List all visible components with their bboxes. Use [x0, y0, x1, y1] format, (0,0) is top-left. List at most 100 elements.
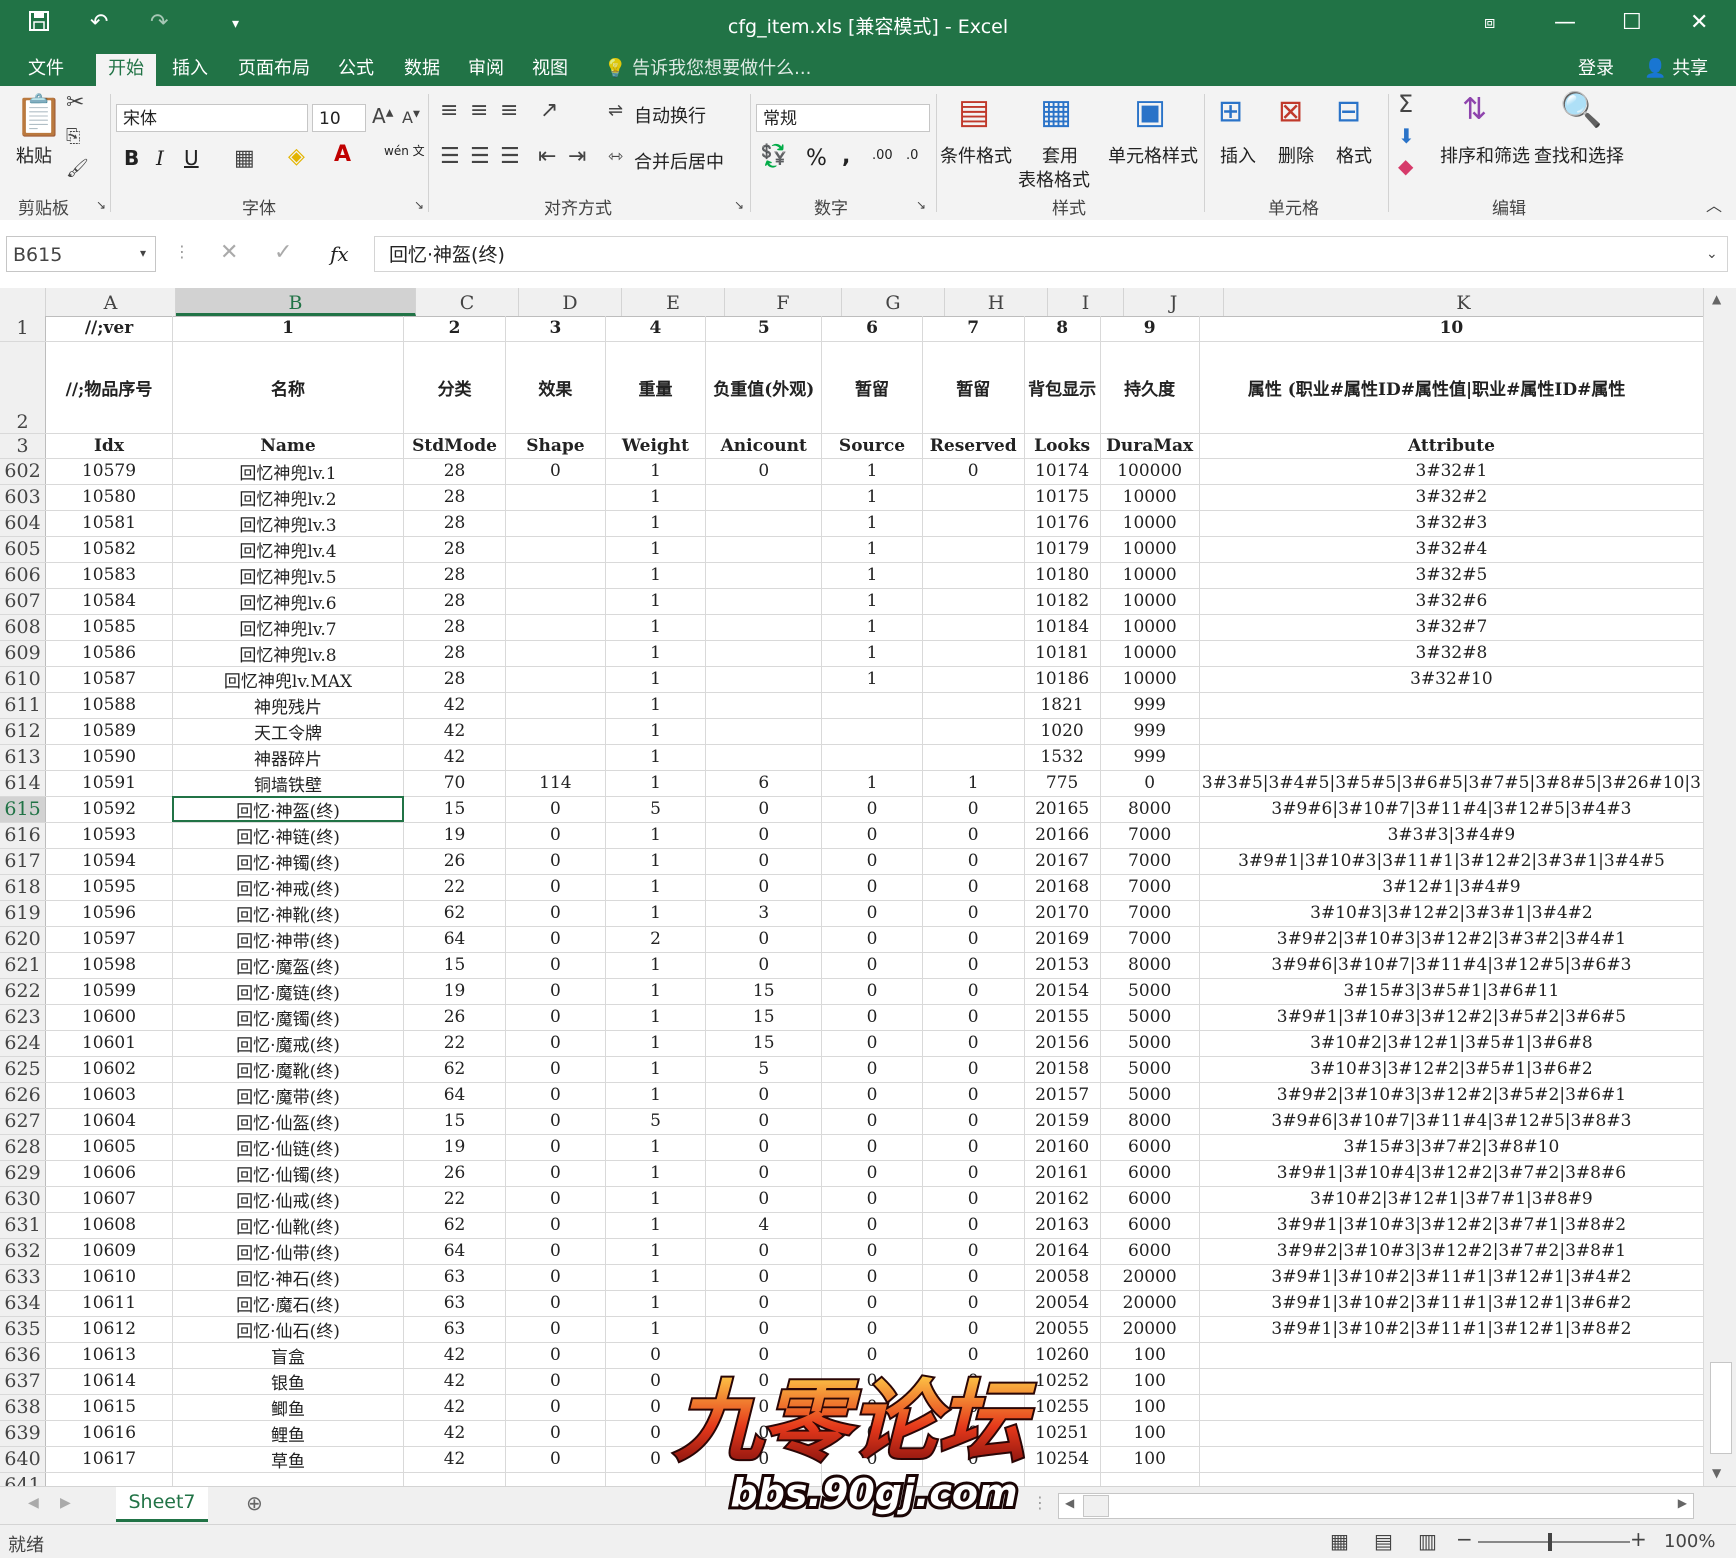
- table-format-button-line2[interactable]: 表格格式: [1018, 166, 1090, 192]
- cell-f605[interactable]: [705, 536, 823, 563]
- cell-a607[interactable]: 10584: [45, 588, 173, 615]
- add-sheet-icon[interactable]: ⊕: [246, 1491, 263, 1515]
- cell-h3[interactable]: Reserved: [922, 433, 1025, 459]
- cell-e629[interactable]: 1: [605, 1160, 707, 1187]
- cell-g1[interactable]: 6: [821, 316, 923, 342]
- cell-i625[interactable]: 20158: [1024, 1056, 1101, 1083]
- column-header-h[interactable]: H: [945, 288, 1048, 316]
- cell-h604[interactable]: [922, 510, 1025, 537]
- cell-d608[interactable]: [505, 614, 606, 641]
- cell-i1[interactable]: 8: [1024, 316, 1101, 342]
- cell-g608[interactable]: 1: [821, 614, 923, 641]
- cell-b634[interactable]: 回忆·魔石(终): [172, 1290, 405, 1317]
- cell-e605[interactable]: 1: [605, 536, 707, 563]
- cell-b612[interactable]: 天工令牌: [172, 718, 405, 745]
- scroll-up-icon[interactable]: ▲: [1712, 292, 1721, 306]
- cell-i632[interactable]: 20164: [1024, 1238, 1101, 1265]
- cell-k604[interactable]: 3#32#3: [1199, 510, 1704, 537]
- cell-f620[interactable]: 0: [705, 926, 823, 953]
- cell-g616[interactable]: 0: [821, 822, 923, 849]
- column-header-c[interactable]: C: [416, 288, 519, 316]
- cell-g613[interactable]: [821, 744, 923, 771]
- row-header[interactable]: 636: [0, 1342, 47, 1369]
- cell-k608[interactable]: 3#32#7: [1199, 614, 1704, 641]
- cell-k602[interactable]: 3#32#1: [1199, 458, 1704, 485]
- cell-a641[interactable]: [45, 1472, 173, 1486]
- cell-a614[interactable]: 10591: [45, 770, 173, 797]
- cell-k639[interactable]: [1199, 1420, 1704, 1447]
- cell-i613[interactable]: 1532: [1024, 744, 1101, 771]
- cell-d617[interactable]: 0: [505, 848, 606, 875]
- cell-i606[interactable]: 10180: [1024, 562, 1101, 589]
- cell-d607[interactable]: [505, 588, 606, 615]
- cell-e602[interactable]: 1: [605, 458, 707, 485]
- cell-a637[interactable]: 10614: [45, 1368, 173, 1395]
- cell-f633[interactable]: 0: [705, 1264, 823, 1291]
- cell-j624[interactable]: 5000: [1100, 1030, 1200, 1057]
- insert-cells-icon[interactable]: ⊞: [1218, 94, 1243, 129]
- cell-b641[interactable]: [172, 1472, 405, 1486]
- cell-d614[interactable]: 114: [505, 770, 606, 797]
- row-header[interactable]: 612: [0, 718, 47, 745]
- page-layout-view-icon[interactable]: ▤: [1374, 1529, 1393, 1553]
- row-header[interactable]: 629: [0, 1160, 47, 1187]
- cell-k627[interactable]: 3#9#6|3#10#7|3#11#4|3#12#5|3#8#3: [1199, 1108, 1704, 1135]
- cell-b629[interactable]: 回忆·仙镯(终): [172, 1160, 405, 1187]
- cell-j632[interactable]: 6000: [1100, 1238, 1200, 1265]
- cell-e621[interactable]: 1: [605, 952, 707, 979]
- cell-j611[interactable]: 999: [1100, 692, 1200, 719]
- cell-d616[interactable]: 0: [505, 822, 606, 849]
- prev-sheet-icon[interactable]: ◀: [28, 1495, 39, 1511]
- cell-b635[interactable]: 回忆·仙石(终): [172, 1316, 405, 1343]
- cell-d610[interactable]: [505, 666, 606, 693]
- cell-g636[interactable]: 0: [821, 1342, 923, 1369]
- login-link[interactable]: 登录: [1566, 54, 1626, 86]
- cell-h608[interactable]: [922, 614, 1025, 641]
- cell-a605[interactable]: 10582: [45, 536, 173, 563]
- column-header-j[interactable]: J: [1124, 288, 1224, 316]
- cell-c615[interactable]: 15: [403, 796, 507, 823]
- tell-me-box[interactable]: 💡 告诉我您想要做什么...: [592, 54, 823, 86]
- ribbon-display-icon[interactable]: ⧈: [1484, 12, 1495, 33]
- row-header[interactable]: 640: [0, 1446, 47, 1473]
- enter-icon[interactable]: ✓: [274, 240, 292, 265]
- cell-b640[interactable]: 草鱼: [172, 1446, 405, 1473]
- cell-k618[interactable]: 3#12#1|3#4#9: [1199, 874, 1704, 901]
- cell-j606[interactable]: 10000: [1100, 562, 1200, 589]
- cell-h634[interactable]: 0: [922, 1290, 1025, 1317]
- cell-j621[interactable]: 8000: [1100, 952, 1200, 979]
- cell-k628[interactable]: 3#15#3|3#7#2|3#8#10: [1199, 1134, 1704, 1161]
- column-header-a[interactable]: A: [46, 288, 176, 316]
- cell-d630[interactable]: 0: [505, 1186, 606, 1213]
- cell-i603[interactable]: 10175: [1024, 484, 1101, 511]
- cell-g621[interactable]: 0: [821, 952, 923, 979]
- bold-button[interactable]: B: [124, 146, 139, 170]
- wrap-text-button[interactable]: 自动换行: [634, 102, 706, 128]
- cell-a631[interactable]: 10608: [45, 1212, 173, 1239]
- cell-d602[interactable]: 0: [505, 458, 606, 485]
- cell-k629[interactable]: 3#9#1|3#10#4|3#12#2|3#7#2|3#8#6: [1199, 1160, 1704, 1187]
- cell-g3[interactable]: Source: [821, 433, 923, 459]
- column-header-d[interactable]: D: [519, 288, 622, 316]
- cell-c640[interactable]: 42: [403, 1446, 507, 1473]
- cell-f627[interactable]: 0: [705, 1108, 823, 1135]
- cell-a608[interactable]: 10585: [45, 614, 173, 641]
- row-header[interactable]: 623: [0, 1004, 47, 1031]
- cell-e618[interactable]: 1: [605, 874, 707, 901]
- cell-f630[interactable]: 0: [705, 1186, 823, 1213]
- cell-d625[interactable]: 0: [505, 1056, 606, 1083]
- scroll-right-icon[interactable]: ▶: [1678, 1496, 1687, 1510]
- cell-c629[interactable]: 26: [403, 1160, 507, 1187]
- cell-c625[interactable]: 62: [403, 1056, 507, 1083]
- cell-i610[interactable]: 10186: [1024, 666, 1101, 693]
- row-header[interactable]: 639: [0, 1420, 47, 1447]
- tab-page-layout[interactable]: 页面布局: [226, 54, 322, 86]
- cell-j625[interactable]: 5000: [1100, 1056, 1200, 1083]
- cell-i617[interactable]: 20167: [1024, 848, 1101, 875]
- cell-j640[interactable]: 100: [1100, 1446, 1200, 1473]
- cell-k619[interactable]: 3#10#3|3#12#2|3#3#1|3#4#2: [1199, 900, 1704, 927]
- cell-f624[interactable]: 15: [705, 1030, 823, 1057]
- cell-k617[interactable]: 3#9#1|3#10#3|3#11#1|3#12#2|3#3#1|3#4#5: [1199, 848, 1704, 875]
- cell-f3[interactable]: Anicount: [705, 433, 823, 459]
- column-header-b[interactable]: B: [176, 288, 416, 316]
